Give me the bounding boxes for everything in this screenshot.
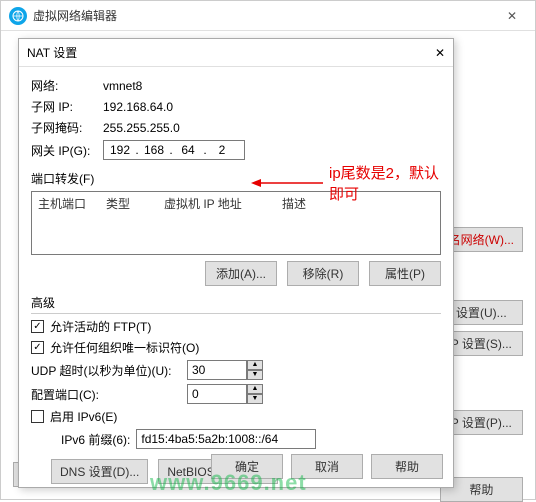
annotation-text: ip尾数是2，默认即可	[329, 162, 453, 204]
spinner-up-icon[interactable]: ▲	[247, 384, 263, 394]
annotation: ip尾数是2，默认即可	[251, 162, 453, 204]
ftp-label: 允许活动的 FTP(T)	[50, 318, 151, 335]
main-titlebar: 虚拟网络编辑器 ✕	[1, 1, 535, 31]
gateway-ip-input[interactable]: 192. 168. 64. 2	[103, 140, 245, 160]
spinner-down-icon[interactable]: ▼	[247, 394, 263, 404]
udp-timeout-label: UDP 超时(以秒为单位)(U):	[31, 362, 181, 379]
main-window-title: 虚拟网络编辑器	[33, 7, 497, 24]
subnet-mask-value: 255.255.255.0	[103, 121, 441, 135]
nat-settings-dialog: NAT 设置 ✕ 网络:vmnet8 子网 IP:192.168.64.0 子网…	[18, 38, 454, 488]
subnet-ip-label: 子网 IP:	[31, 98, 103, 115]
spinner-up-icon[interactable]: ▲	[247, 360, 263, 370]
udp-timeout-input[interactable]	[187, 360, 247, 380]
subnet-mask-label: 子网掩码:	[31, 119, 103, 136]
app-logo-icon	[9, 7, 27, 25]
ipv6-label: 启用 IPv6(E)	[50, 408, 117, 425]
gateway-ip-label: 网关 IP(G):	[31, 142, 103, 159]
net-value: vmnet8	[103, 79, 441, 93]
advanced-title: 高级	[31, 294, 441, 314]
org-checkbox[interactable]: ✓	[31, 341, 44, 354]
add-button[interactable]: 添加(A)...	[205, 261, 277, 286]
dns-settings-button[interactable]: DNS 设置(D)...	[51, 459, 148, 484]
ok-button[interactable]: 确定	[211, 454, 283, 479]
cfg-port-label: 配置端口(C):	[31, 386, 181, 403]
org-label: 允许任何组织唯一标识符(O)	[50, 339, 199, 356]
ipv6-prefix-input[interactable]	[136, 429, 316, 449]
dlg-help-button[interactable]: 帮助	[371, 454, 443, 479]
spinner-down-icon[interactable]: ▼	[247, 370, 263, 380]
cfg-port-input[interactable]	[187, 384, 247, 404]
udp-timeout-spinner[interactable]: ▲▼	[187, 360, 263, 380]
remove-button[interactable]: 移除(R)	[287, 261, 359, 286]
subnet-ip-value: 192.168.64.0	[103, 100, 441, 114]
properties-button[interactable]: 属性(P)	[369, 261, 441, 286]
dialog-close-icon[interactable]: ✕	[435, 46, 445, 60]
cfg-port-spinner[interactable]: ▲▼	[187, 384, 263, 404]
cancel-button[interactable]: 取消	[291, 454, 363, 479]
ipv6-checkbox[interactable]	[31, 410, 44, 423]
net-label: 网络:	[31, 77, 103, 94]
ftp-checkbox[interactable]: ✓	[31, 320, 44, 333]
dialog-title: NAT 设置	[27, 44, 435, 61]
ipv6-prefix-label: IPv6 前缀(6):	[61, 431, 130, 448]
close-icon[interactable]: ✕	[497, 2, 527, 30]
